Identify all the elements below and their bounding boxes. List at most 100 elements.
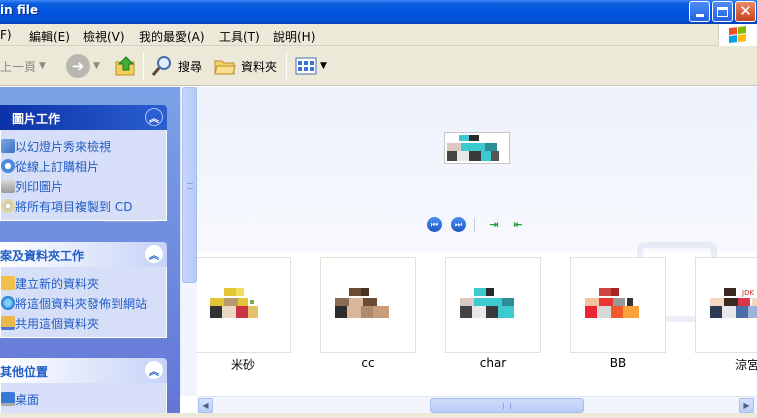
back-label: 上一頁 <box>0 59 37 74</box>
collapse-chevron-icon[interactable]: ︽ <box>145 108 163 126</box>
print-icon <box>1 179 15 193</box>
folders-button[interactable]: 資料夾 <box>213 46 277 86</box>
windows-flag-icon <box>729 26 747 44</box>
task-label: 將所有項目複製到 CD <box>15 199 133 214</box>
other-places-body: 桌面 <box>0 383 167 414</box>
thumbnail-item[interactable] <box>445 257 541 353</box>
window-title: in file <box>0 3 38 17</box>
filmstrip-preview: ⏮ ⏭ ⇥ ⇤ <box>197 87 757 252</box>
preview-image[interactable] <box>444 132 510 164</box>
picture-tasks-header[interactable]: 圖片工作 ︽ <box>0 105 167 130</box>
menu-edit[interactable]: 編輯(E) <box>29 28 70 45</box>
thumbnail-label: cc <box>361 356 375 370</box>
menu-file[interactable]: F) <box>0 28 12 42</box>
vertical-scroll-thumb[interactable] <box>182 87 197 283</box>
thumbnail-item[interactable]: JDK <box>695 257 757 353</box>
menu-favorites[interactable]: 我的最愛(A) <box>139 28 205 45</box>
file-folder-tasks-header[interactable]: 案及資料夾工作 ︽ <box>0 242 167 267</box>
file-folder-tasks-panel: 案及資料夾工作 ︽ 建立新的資料夾 將這個資料夾發佈到網站 共用這個資料夾 <box>0 242 167 338</box>
skin-thumbnail-image <box>210 288 258 318</box>
task-pane: 圖片工作 ︽ 以幻燈片秀來檢視 從線上訂購相片 列印圖片 將所有項目複製到 CD… <box>0 87 180 418</box>
folders-label: 資料夾 <box>241 59 278 74</box>
title-bar: in file ✕ <box>0 0 757 24</box>
menu-view[interactable]: 檢視(V) <box>83 28 125 45</box>
scroll-left-button[interactable]: ◀ <box>198 398 213 413</box>
task-desktop[interactable]: 桌面 <box>1 389 166 409</box>
order-prints-icon <box>1 159 15 173</box>
windows-logo <box>718 24 757 46</box>
other-places-panel: 其他位置 ︽ 桌面 <box>0 358 167 414</box>
task-publish-web[interactable]: 將這個資料夾發佈到網站 <box>1 293 166 313</box>
task-order-prints[interactable]: 從線上訂購相片 <box>1 156 166 176</box>
horizontal-scroll-thumb[interactable] <box>430 398 584 413</box>
skin-thumbnail-image <box>585 288 639 318</box>
new-folder-icon <box>1 276 15 290</box>
file-folder-tasks-body: 建立新的資料夾 將這個資料夾發佈到網站 共用這個資料夾 <box>0 267 167 338</box>
scroll-right-button[interactable]: ▶ <box>739 398 754 413</box>
up-folder-button[interactable] <box>114 46 138 86</box>
minimize-button[interactable] <box>689 1 710 22</box>
toolbar-separator <box>286 52 287 80</box>
back-button[interactable]: 上一頁 ▼ <box>0 46 46 86</box>
maximize-icon <box>717 6 728 17</box>
task-share-folder[interactable]: 共用這個資料夾 <box>1 313 166 333</box>
task-label: 共用這個資料夾 <box>15 316 100 331</box>
up-folder-icon <box>115 56 135 76</box>
publish-web-icon <box>1 296 15 310</box>
thumbnail-label: BB <box>609 356 627 370</box>
toolbar-separator <box>143 52 144 80</box>
picture-tasks-title: 圖片工作 <box>12 112 61 126</box>
next-image-button[interactable]: ⏭ <box>451 217 466 232</box>
task-label: 將這個資料夾發佈到網站 <box>15 296 148 311</box>
thumbnail-item[interactable] <box>570 257 666 353</box>
picture-tasks-panel: 圖片工作 ︽ 以幻燈片秀來檢視 從線上訂購相片 列印圖片 將所有項目複製到 CD <box>0 105 167 221</box>
previous-image-button[interactable]: ⏮ <box>427 217 442 232</box>
forward-button[interactable]: ➜ ▼ <box>66 46 100 86</box>
maximize-button[interactable] <box>712 1 733 22</box>
horizontal-scrollbar[interactable]: ◀ ▶ <box>197 396 757 413</box>
collapse-chevron-icon[interactable]: ︽ <box>145 361 163 379</box>
thumbnail-label: 米砂 <box>230 358 255 372</box>
skin-thumbnail-image <box>335 288 389 318</box>
thumbnail-label: 涼宮 春 <box>735 358 757 372</box>
skin-badge-text: JDK <box>741 289 754 297</box>
vertical-scrollbar[interactable] <box>180 87 197 396</box>
thumbnail-strip: 米砂 cc char BB JDK 涼宮 <box>197 242 757 396</box>
thumbnail-label: char <box>479 356 507 370</box>
thumbnail-item[interactable] <box>197 257 291 353</box>
status-strip <box>0 413 757 418</box>
task-print[interactable]: 列印圖片 <box>1 176 166 196</box>
folders-icon <box>214 60 236 75</box>
task-label: 以幻燈片秀來檢視 <box>15 139 112 154</box>
minimize-icon <box>695 14 704 17</box>
task-label: 桌面 <box>15 392 40 407</box>
other-places-title: 其他位置 <box>0 365 49 379</box>
chevron-down-icon: ▼ <box>320 61 327 71</box>
content-area: ⏮ ⏭ ⇥ ⇤ 米砂 cc char BB JDK 涼宮 <box>197 87 757 396</box>
search-button[interactable]: 搜尋 <box>150 46 202 86</box>
task-copy-to-cd[interactable]: 將所有項目複製到 CD <box>1 196 166 216</box>
menu-help[interactable]: 說明(H) <box>273 28 315 45</box>
task-new-folder[interactable]: 建立新的資料夾 <box>1 273 166 293</box>
views-button[interactable]: ▼ <box>295 46 327 86</box>
grip-icon <box>503 403 511 409</box>
task-label: 列印圖片 <box>15 179 64 194</box>
rotate-counterclockwise-button[interactable]: ⇤ <box>510 218 526 231</box>
skin-thumbnail-image: JDK <box>710 288 757 318</box>
collapse-chevron-icon[interactable]: ︽ <box>145 245 163 263</box>
close-icon: ✕ <box>739 2 752 20</box>
thumbnail-item[interactable] <box>320 257 416 353</box>
close-button[interactable]: ✕ <box>735 1 756 22</box>
toolbar: 上一頁 ▼ ➜ ▼ 搜尋 資料夾 ▼ <box>0 46 757 86</box>
menu-tools[interactable]: 工具(T) <box>219 28 260 45</box>
other-places-header[interactable]: 其他位置 ︽ <box>0 358 167 383</box>
rotate-clockwise-button[interactable]: ⇥ <box>486 218 502 231</box>
skin-thumbnail-image <box>460 288 514 318</box>
preview-skin-image <box>447 135 499 161</box>
task-slideshow[interactable]: 以幻燈片秀來檢視 <box>1 136 166 156</box>
chevron-down-icon: ▼ <box>39 61 46 71</box>
task-label: 從線上訂購相片 <box>15 159 100 174</box>
chevron-down-icon: ▼ <box>93 61 100 71</box>
views-icon <box>295 57 317 75</box>
search-label: 搜尋 <box>178 59 203 74</box>
